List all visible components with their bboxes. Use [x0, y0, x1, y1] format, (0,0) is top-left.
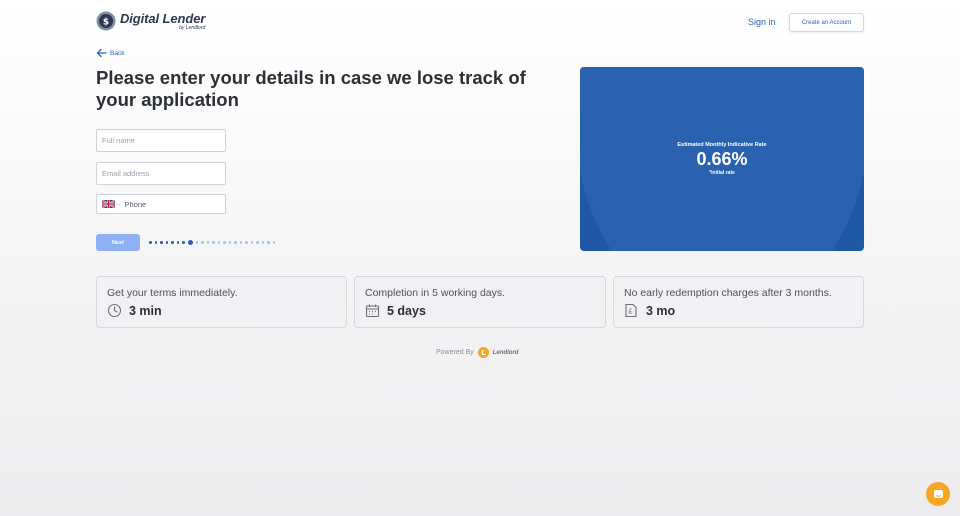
- progress-dot: [234, 241, 237, 244]
- progress-dot: [228, 241, 231, 244]
- progress-dot: [201, 241, 204, 244]
- svg-text:L: L: [481, 349, 486, 357]
- feature-card-completion: Completion in 5 working days. 5 days: [354, 276, 606, 328]
- email-field[interactable]: Email address: [96, 162, 226, 185]
- progress-dot: [217, 241, 220, 244]
- powered-label: Powered By: [436, 349, 474, 356]
- feature-value: 3 mo: [646, 303, 676, 318]
- progress-dot: [171, 241, 174, 244]
- calendar-icon: [365, 304, 380, 318]
- chat-icon: [933, 489, 943, 498]
- clock-icon: [107, 303, 122, 318]
- progress-dot: [239, 241, 242, 244]
- feature-title: Completion in 5 working days.: [365, 287, 506, 299]
- rate-label: Estimated Monthly Indicative Rate: [677, 142, 767, 148]
- progress-dot: [250, 241, 253, 244]
- progress-dot: [176, 241, 179, 244]
- progress-dot: [160, 241, 163, 244]
- progress-dot: [267, 241, 270, 244]
- progress-dot: [272, 241, 275, 244]
- uk-flag-icon[interactable]: [102, 200, 115, 208]
- progress-dot-current: [187, 240, 193, 245]
- lendlord-logo-icon: L: [477, 347, 489, 358]
- rate-value: 0.66%: [696, 149, 748, 169]
- feature-title: No early redemption charges after 3 mont…: [624, 287, 832, 299]
- powered-by: Powered By L Lendlord: [436, 347, 518, 358]
- progress-dot: [182, 241, 185, 244]
- progress-dot: [245, 241, 248, 244]
- powered-brand: Lendlord: [492, 349, 519, 356]
- back-link[interactable]: Back: [96, 48, 124, 58]
- svg-text:$: $: [103, 18, 109, 28]
- feature-title: Get your terms immediately.: [107, 287, 238, 299]
- pound-document-icon: £: [625, 303, 637, 318]
- brand-sub: by Lendlord: [179, 24, 206, 31]
- rate-note: *initial rate: [709, 170, 735, 176]
- progress-dot: [154, 241, 157, 244]
- progress-dot: [212, 241, 215, 244]
- email-placeholder: Email address: [102, 169, 150, 178]
- full-name-placeholder: Full name: [102, 136, 135, 145]
- progress-dot: [256, 241, 259, 244]
- feature-card-terms: Get your terms immediately. 3 min: [96, 276, 347, 328]
- sign-in-link[interactable]: Sign in: [748, 17, 776, 27]
- progress-stepper: [149, 240, 275, 245]
- logo-icon: $: [96, 11, 116, 31]
- progress-dot: [165, 241, 168, 244]
- progress-dot: [195, 241, 198, 244]
- feature-card-redemption: No early redemption charges after 3 mont…: [613, 276, 864, 328]
- progress-dot: [149, 241, 152, 244]
- feature-value: 5 days: [387, 303, 426, 318]
- progress-dot: [261, 241, 264, 244]
- create-account-button[interactable]: Create an Account: [789, 13, 864, 32]
- brand-logo[interactable]: $ Digital Lender by Lendlord: [96, 11, 205, 31]
- chat-launcher-button[interactable]: [926, 482, 950, 506]
- country-code-separator: -: [118, 199, 121, 209]
- feature-value: 3 min: [129, 303, 162, 318]
- phone-placeholder: Phone: [124, 199, 147, 209]
- arrow-left-icon: [96, 48, 107, 58]
- svg-text:£: £: [628, 308, 632, 316]
- full-name-field[interactable]: Full name: [96, 129, 226, 152]
- progress-dot: [223, 241, 226, 244]
- page-title: Please enter your details in case we los…: [96, 67, 526, 110]
- brand-name: Digital Lender: [120, 10, 206, 26]
- phone-field[interactable]: - Phone: [96, 194, 226, 214]
- rate-card: Estimated Monthly Indicative Rate 0.66% …: [580, 67, 864, 251]
- next-button[interactable]: Next: [96, 234, 140, 251]
- back-label: Back: [110, 49, 125, 57]
- progress-dot: [206, 241, 209, 244]
